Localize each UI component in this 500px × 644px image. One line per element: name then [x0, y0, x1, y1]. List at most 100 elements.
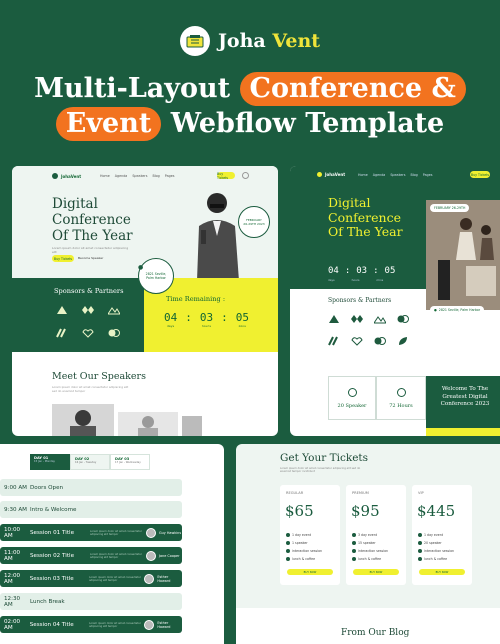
- preview2-buy-button[interactable]: Buy Tickets: [470, 171, 490, 178]
- speaker-card-photo-2[interactable]: [118, 412, 178, 436]
- speaker-chip: Esther Howard: [144, 619, 182, 630]
- preview2-sponsors-title: Sponsors & Partners: [328, 297, 392, 304]
- ticket-price: $95: [351, 502, 380, 520]
- headline-pill-1: Conference &: [239, 72, 466, 106]
- nav-home[interactable]: Home: [100, 174, 110, 178]
- speaker-chip: Jane Cooper: [146, 550, 180, 561]
- blog-section: [236, 608, 500, 644]
- preview2-location-badge: ● 2821 Seville, Palm Harbor: [430, 306, 485, 314]
- speaker-chip: Esther Howard: [144, 573, 182, 584]
- tab-day-03[interactable]: DAY 03 17 Jan - Wednesday: [110, 454, 150, 470]
- clock-icon: [396, 387, 406, 397]
- preview2-logo: JohaVent: [317, 172, 345, 177]
- schedule-row[interactable]: 9:00 AM Doors Open: [0, 479, 182, 496]
- stat-hours: 72 Hours: [376, 376, 426, 420]
- ticket-logo-icon: [179, 26, 210, 56]
- nav-speakers[interactable]: Speakers: [132, 174, 147, 178]
- nav-agenda[interactable]: Agenda: [373, 173, 386, 177]
- buy-now-button[interactable]: BUY NOW: [353, 569, 399, 575]
- preview1-subtitle: Lorem ipsum dolor sit amet consectetur a…: [52, 246, 129, 254]
- buy-now-button[interactable]: BUY NOW: [287, 569, 333, 575]
- speaker-card-photo-1[interactable]: [52, 404, 114, 436]
- preview-schedule: DAY 01 15 Jan - Monday DAY 02 16 Jan - T…: [0, 444, 224, 644]
- preview2-sponsor-row-2: [328, 336, 409, 346]
- tickets-title: Get Your Tickets: [280, 452, 369, 464]
- sponsor-logos-row-2: [56, 328, 120, 338]
- schedule-row[interactable]: 9:30 AM Intro & Welcome: [0, 501, 182, 518]
- nav-speakers[interactable]: Speakers: [390, 173, 405, 177]
- avatar: [144, 619, 155, 630]
- preview2-title: Digital Conference Of The Year: [328, 195, 403, 239]
- avatar: [146, 527, 156, 538]
- schedule-day-tabs: DAY 01 15 Jan - Monday DAY 02 16 Jan - T…: [30, 454, 150, 470]
- brand: Joha Vent: [0, 26, 500, 56]
- check-icon: [286, 541, 290, 545]
- ticket-card-regular: REGULAR $65 1 day event 1 speaker intera…: [280, 485, 340, 585]
- ticket-price: $65: [285, 502, 314, 520]
- preview1-buy-button[interactable]: Buy Tickets: [217, 172, 235, 180]
- buy-now-button[interactable]: BUY NOW: [419, 569, 465, 575]
- check-icon: [418, 533, 422, 537]
- ticket-card-premium: PREMIUM $95 3 day event 15 speaker inter…: [346, 485, 406, 585]
- preview1-speakers-subtitle: Lorem ipsum dolor sit amet consectetur a…: [52, 385, 129, 393]
- schedule-row[interactable]: 02:00 AM Session 04 Title Lorem ipsum dol…: [0, 616, 182, 633]
- nav-agenda[interactable]: Agenda: [115, 174, 128, 178]
- preview1-sponsors: Sponsors & Partners: [12, 278, 144, 352]
- schedule-row[interactable]: 12:00 AM Session 03 Title Lorem ipsum dol…: [0, 570, 182, 587]
- preview1-menu-icon[interactable]: [242, 172, 249, 179]
- speaker-chip: Guy Hawkins: [146, 527, 181, 538]
- ticket-card-vip: VIP $445 1 day event 20 speaker interact…: [412, 485, 472, 585]
- preview1-buy-tickets-button[interactable]: Buy Tickets: [52, 255, 74, 262]
- check-icon: [352, 533, 356, 537]
- nav-home[interactable]: Home: [358, 173, 368, 177]
- tickets-subtitle: Lorem ipsum dolor sit amet consectetur a…: [280, 467, 361, 473]
- sponsor-logos-row-1: [56, 305, 120, 315]
- sponsor-rings-icon: [374, 337, 386, 345]
- location-pin-icon: ●: [434, 308, 437, 312]
- preview1-become-speaker-link[interactable]: Become Speaker: [78, 256, 103, 260]
- nav-pages[interactable]: Pages: [165, 174, 175, 178]
- preview2-countdown: 04:03:05: [328, 266, 396, 276]
- nav-pages[interactable]: Pages: [423, 173, 433, 177]
- headline-pill-2: Event: [55, 107, 162, 141]
- preview1-nav: Home Agenda Speakers Blog Pages: [100, 174, 174, 178]
- preview2-sponsor-row-1: [328, 314, 409, 324]
- ticket-price: $445: [417, 502, 456, 520]
- preview2-welcome: Welcome To The Greatest Digital Conferen…: [426, 376, 500, 436]
- avatar: [146, 550, 156, 561]
- sponsor-leaf-icon: [57, 306, 67, 314]
- preview2-date-badge: FEBRUARY 26-29TH: [430, 204, 470, 212]
- schedule-row[interactable]: 11:00 AM Session 02 Title Lorem ipsum dol…: [0, 547, 182, 564]
- countdown-mins: 05 mins: [235, 311, 249, 328]
- sponsor-heart-icon: [82, 329, 94, 338]
- preview-homepage-2: JohaVent Home Agenda Speakers Blog Pages…: [290, 166, 500, 436]
- preview-homepage-1: JohaVent Home Agenda Speakers Blog Pages…: [12, 166, 278, 436]
- sponsor-stripes-icon: [328, 336, 338, 346]
- nav-blog[interactable]: Blog: [152, 174, 159, 178]
- check-icon: [418, 549, 422, 553]
- headline-line-2: Event Webflow Template: [0, 104, 500, 144]
- stat-speakers: 20 Speaker: [328, 376, 376, 420]
- sponsor-rings-icon: [108, 329, 120, 337]
- avatar: [144, 573, 155, 584]
- brand-name: Joha Vent: [217, 30, 321, 52]
- check-icon: [352, 557, 356, 561]
- tab-day-01[interactable]: DAY 01 15 Jan - Monday: [30, 454, 70, 470]
- tab-day-02[interactable]: DAY 02 16 Jan - Tuesday: [70, 454, 110, 470]
- preview1-speakers-title: Meet Our Speakers: [52, 371, 146, 382]
- preview1-location-badge: 2821 Seville, Palm Harbor: [138, 258, 174, 294]
- schedule-row[interactable]: 10:00 AM Session 01 Title Lorem ipsum dol…: [0, 524, 182, 541]
- speaker-card-photo-3[interactable]: [182, 416, 202, 436]
- nav-blog[interactable]: Blog: [410, 173, 417, 177]
- preview2-nav: Home Agenda Speakers Blog Pages: [358, 173, 432, 177]
- check-icon: [418, 541, 422, 545]
- schedule-row[interactable]: 12:30 AM Lunch Break: [0, 593, 182, 610]
- location-pin-icon: ●: [138, 264, 144, 271]
- countdown-days: 04 days: [164, 311, 178, 328]
- sponsor-mountain-icon: [374, 316, 386, 324]
- preview1-title: Digital Conference Of The Year: [52, 196, 133, 244]
- sponsor-heart-icon: [351, 337, 363, 346]
- sponsor-rings-icon: [397, 315, 409, 323]
- check-icon: [352, 541, 356, 545]
- check-icon: [286, 533, 290, 537]
